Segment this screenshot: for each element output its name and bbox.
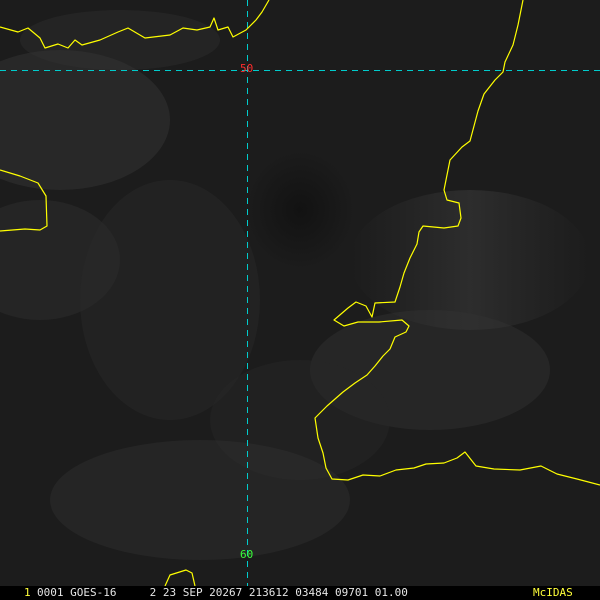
coastline-south-island	[164, 569, 196, 587]
latitude-label-50: 50	[240, 62, 254, 75]
image-metadata-text: 0001 GOES-16 2 23 SEP 20267 213612 03484…	[37, 586, 408, 599]
cloud-texture	[0, 10, 590, 560]
mcidas-logo-text: McIDAS	[533, 586, 573, 599]
satellite-image-viewer[interactable]: 50 60 1 0001 GOES-16 2 23 SEP 20267 2136…	[0, 0, 600, 600]
latitude-label-60: 60	[240, 548, 254, 561]
status-bar: 1 0001 GOES-16 2 23 SEP 20267 213612 034…	[0, 586, 600, 600]
satellite-imagery	[0, 0, 600, 587]
frame-number: 1	[24, 586, 31, 599]
